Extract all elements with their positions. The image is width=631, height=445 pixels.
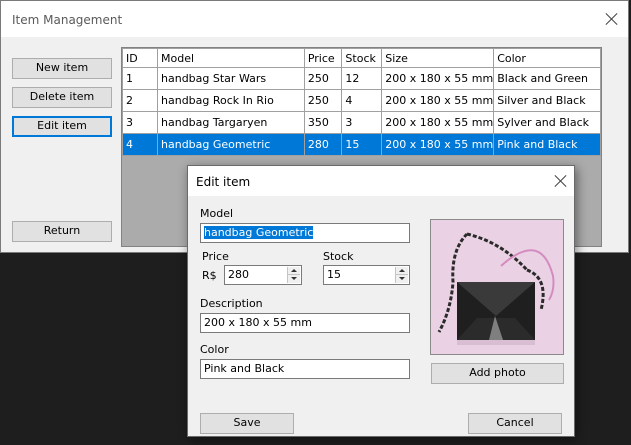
cell-size[interactable]: 200 x 180 x 55 mm: [381, 111, 495, 134]
color-label: Color: [200, 343, 229, 356]
cell-id[interactable]: 3: [122, 111, 159, 134]
column-header-id[interactable]: ID: [122, 48, 159, 68]
edit-item-dialog: Edit item Model handbag Geometric Price …: [187, 165, 575, 437]
edit-item-button[interactable]: Edit item: [12, 116, 112, 137]
cell-price[interactable]: 250: [303, 67, 343, 90]
spin-up-icon[interactable]: [396, 267, 408, 275]
product-photo: [430, 219, 564, 355]
stock-value: 15: [327, 268, 341, 281]
spin-up-icon[interactable]: [288, 267, 300, 275]
cell-id[interactable]: 2: [122, 89, 159, 112]
cell-color[interactable]: Sylver and Black: [493, 111, 601, 134]
price-value: 280: [228, 268, 249, 281]
column-header-size[interactable]: Size: [381, 48, 495, 68]
close-icon[interactable]: [554, 174, 568, 188]
spin-down-icon[interactable]: [288, 275, 300, 283]
return-button[interactable]: Return: [12, 221, 112, 242]
spin-down-icon[interactable]: [396, 275, 408, 283]
column-header-price[interactable]: Price: [303, 48, 343, 68]
column-header-model[interactable]: Model: [157, 48, 305, 68]
cell-color[interactable]: Silver and Black: [493, 89, 601, 112]
cell-size[interactable]: 200 x 180 x 55 mm: [381, 133, 495, 156]
cell-price[interactable]: 280: [303, 133, 343, 156]
table-row[interactable]: 3 handbag Targaryen 350 3 200 x 180 x 55…: [122, 111, 601, 134]
column-header-stock[interactable]: Stock: [341, 48, 383, 68]
price-stepper[interactable]: 280: [224, 265, 302, 285]
add-photo-button[interactable]: Add photo: [431, 363, 564, 384]
dialog-title: Edit item: [196, 175, 251, 189]
cell-model[interactable]: handbag Geometric: [157, 133, 305, 156]
cell-model[interactable]: handbag Star Wars: [157, 67, 305, 90]
table-row-selected[interactable]: 4 handbag Geometric 280 15 200 x 180 x 5…: [122, 133, 601, 156]
save-button[interactable]: Save: [200, 413, 294, 434]
header-row: ID Model Price Stock Size Color: [122, 48, 601, 68]
cancel-button[interactable]: Cancel: [468, 413, 562, 434]
column-header-color[interactable]: Color: [493, 48, 601, 68]
cell-model[interactable]: handbag Rock In Rio: [157, 89, 305, 112]
cell-stock[interactable]: 4: [341, 89, 383, 112]
handbag-image: [431, 220, 563, 354]
cell-color[interactable]: Black and Green: [493, 67, 601, 90]
cell-id[interactable]: 4: [122, 133, 159, 156]
cell-color[interactable]: Pink and Black: [493, 133, 601, 156]
description-label: Description: [200, 297, 263, 310]
table-row[interactable]: 1 handbag Star Wars 250 12 200 x 180 x 5…: [122, 67, 601, 90]
cell-stock[interactable]: 3: [341, 111, 383, 134]
cell-price[interactable]: 350: [303, 111, 343, 134]
cell-id[interactable]: 1: [122, 67, 159, 90]
stock-label: Stock: [323, 250, 354, 263]
window-title: Item Management: [12, 13, 123, 27]
cell-price[interactable]: 250: [303, 89, 343, 112]
table-row[interactable]: 2 handbag Rock In Rio 250 4 200 x 180 x …: [122, 89, 601, 112]
model-field[interactable]: handbag Geometric: [200, 223, 410, 243]
color-field[interactable]: Pink and Black: [200, 359, 410, 379]
cell-model[interactable]: handbag Targaryen: [157, 111, 305, 134]
cell-stock[interactable]: 15: [341, 133, 383, 156]
stock-stepper[interactable]: 15: [323, 265, 410, 285]
close-icon[interactable]: [605, 12, 619, 26]
new-item-button[interactable]: New item: [12, 58, 112, 79]
cell-stock[interactable]: 12: [341, 67, 383, 90]
items-table: ID Model Price Stock Size Color 1 handba…: [122, 48, 601, 156]
description-field[interactable]: 200 x 180 x 55 mm: [200, 313, 410, 333]
cell-size[interactable]: 200 x 180 x 55 mm: [381, 89, 495, 112]
dialog-title-bar: Edit item: [188, 166, 574, 196]
currency-label: R$: [202, 269, 217, 282]
price-label: Price: [202, 250, 229, 263]
cell-size[interactable]: 200 x 180 x 55 mm: [381, 67, 495, 90]
model-value: handbag Geometric: [204, 226, 314, 239]
model-label: Model: [200, 207, 234, 220]
stock-spinner: [395, 267, 408, 283]
price-spinner: [287, 267, 300, 283]
title-bar: Item Management: [1, 1, 628, 37]
delete-item-button[interactable]: Delete item: [12, 87, 112, 108]
